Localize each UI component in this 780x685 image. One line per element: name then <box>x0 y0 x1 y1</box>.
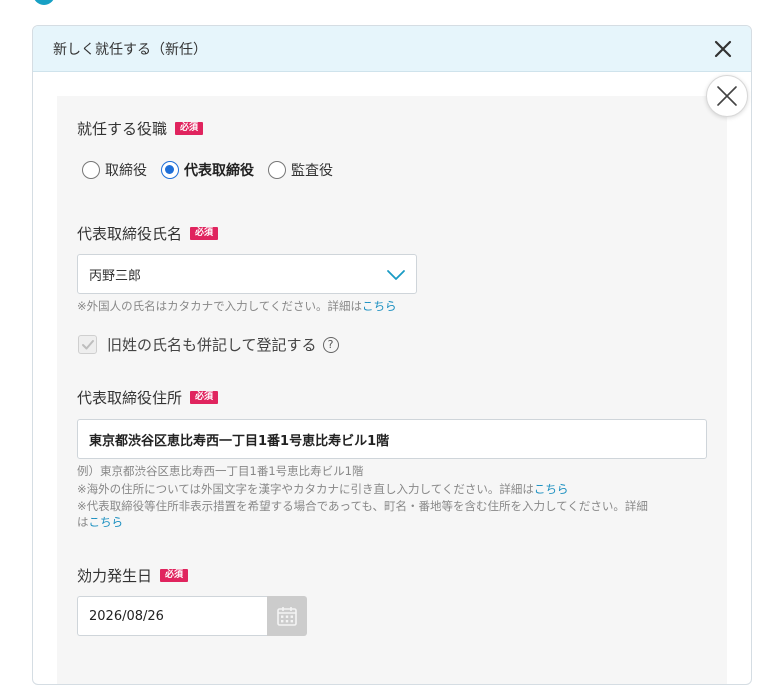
address-hidden-note-link[interactable]: こちら <box>89 515 124 529</box>
step-indicator-dot <box>33 0 55 5</box>
help-icon[interactable]: ? <box>322 336 339 353</box>
address-foreign-note: ※海外の住所については外国文字を漢字やカタカナに引き直し入力してください。詳細は… <box>77 482 569 496</box>
radio-representative-director[interactable]: 代表取締役 <box>161 160 254 180</box>
effective-date-field: 2026/08/26 <box>77 596 307 636</box>
name-note: ※外国人の氏名はカタカナで入力してください。詳細はこちら <box>77 299 397 313</box>
effective-date-value: 2026/08/26 <box>89 608 164 624</box>
name-select-value: 丙野三郎 <box>89 268 142 284</box>
required-badge: 必須 <box>190 227 219 240</box>
maiden-name-checkbox[interactable] <box>78 335 97 354</box>
calendar-icon <box>277 607 297 626</box>
address-hidden-note-cont: はこちら <box>77 515 124 529</box>
address-input[interactable]: 東京都渋谷区恵比寿西一丁目1番1号恵比寿ビル1階 <box>77 419 707 459</box>
name-select[interactable]: 丙野三郎 <box>77 254 417 294</box>
maiden-name-checkbox-row: 旧姓の氏名も併記して登記する ? <box>78 334 339 355</box>
role-radio-group: 取締役 代表取締役 監査役 <box>82 160 347 180</box>
maiden-name-label: 旧姓の氏名も併記して登記する <box>107 336 317 354</box>
address-input-value: 東京都渋谷区恵比寿西一丁目1番1号恵比寿ビル1階 <box>89 433 390 449</box>
required-badge: 必須 <box>175 122 204 135</box>
name-label: 代表取締役氏名 必須 <box>77 223 219 244</box>
radio-label: 代表取締役 <box>184 163 254 179</box>
calendar-button[interactable] <box>267 596 307 636</box>
address-hidden-note: ※代表取締役等住所非表示措置を希望する場合であっても、町名・番地等を含む住所を入… <box>77 499 648 513</box>
header-close-button[interactable] <box>713 39 733 59</box>
address-label: 代表取締役住所 必須 <box>77 387 219 408</box>
radio-label: 取締役 <box>105 163 147 179</box>
check-icon <box>82 340 94 350</box>
radio-circle[interactable] <box>161 161 179 179</box>
round-close-button[interactable] <box>706 75 748 117</box>
dialog-title: 新しく就任する（新任） <box>53 41 207 58</box>
radio-auditor[interactable]: 監査役 <box>268 160 333 180</box>
close-icon <box>717 86 737 106</box>
radio-director[interactable]: 取締役 <box>82 160 147 180</box>
required-badge: 必須 <box>160 569 189 582</box>
effective-date-label: 効力発生日 必須 <box>77 565 189 586</box>
chevron-down-icon <box>387 270 405 280</box>
address-example-note: 例）東京都渋谷区恵比寿西一丁目1番1号恵比寿ビル1階 <box>77 464 364 478</box>
required-badge: 必須 <box>190 391 219 404</box>
address-foreign-note-link[interactable]: こちら <box>534 482 569 496</box>
close-icon <box>714 40 732 58</box>
dialog-header: 新しく就任する（新任） <box>33 26 751 72</box>
radio-label: 監査役 <box>291 163 333 179</box>
name-note-link[interactable]: こちら <box>362 299 397 313</box>
role-label: 就任する役職 必須 <box>77 118 204 139</box>
radio-circle[interactable] <box>268 161 286 179</box>
effective-date-input[interactable]: 2026/08/26 <box>77 596 267 636</box>
radio-circle[interactable] <box>82 161 100 179</box>
